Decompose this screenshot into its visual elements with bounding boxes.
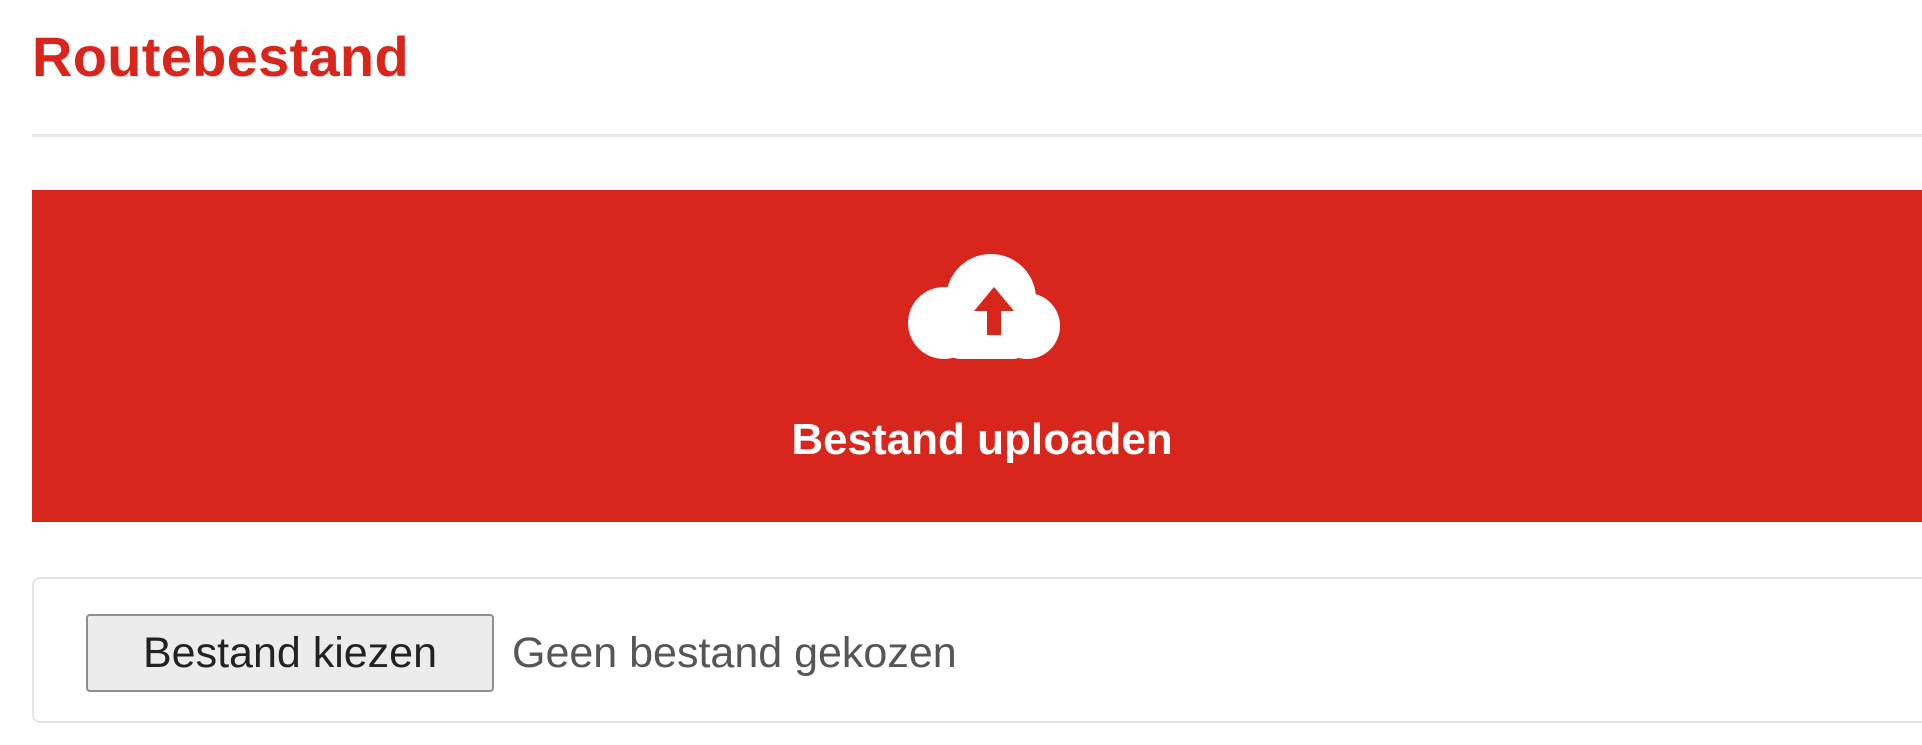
upload-label: Bestand uploaden	[791, 415, 1173, 464]
route-file-section: Routebestand Bestand uploaden Bestand ki…	[0, 0, 1922, 745]
cloud-upload-icon	[908, 254, 1060, 359]
choose-file-button[interactable]: Bestand kiezen	[86, 614, 494, 692]
file-status-text: Geen bestand gekozen	[512, 629, 957, 677]
page-title: Routebestand	[32, 25, 409, 88]
title-divider	[32, 134, 1922, 137]
